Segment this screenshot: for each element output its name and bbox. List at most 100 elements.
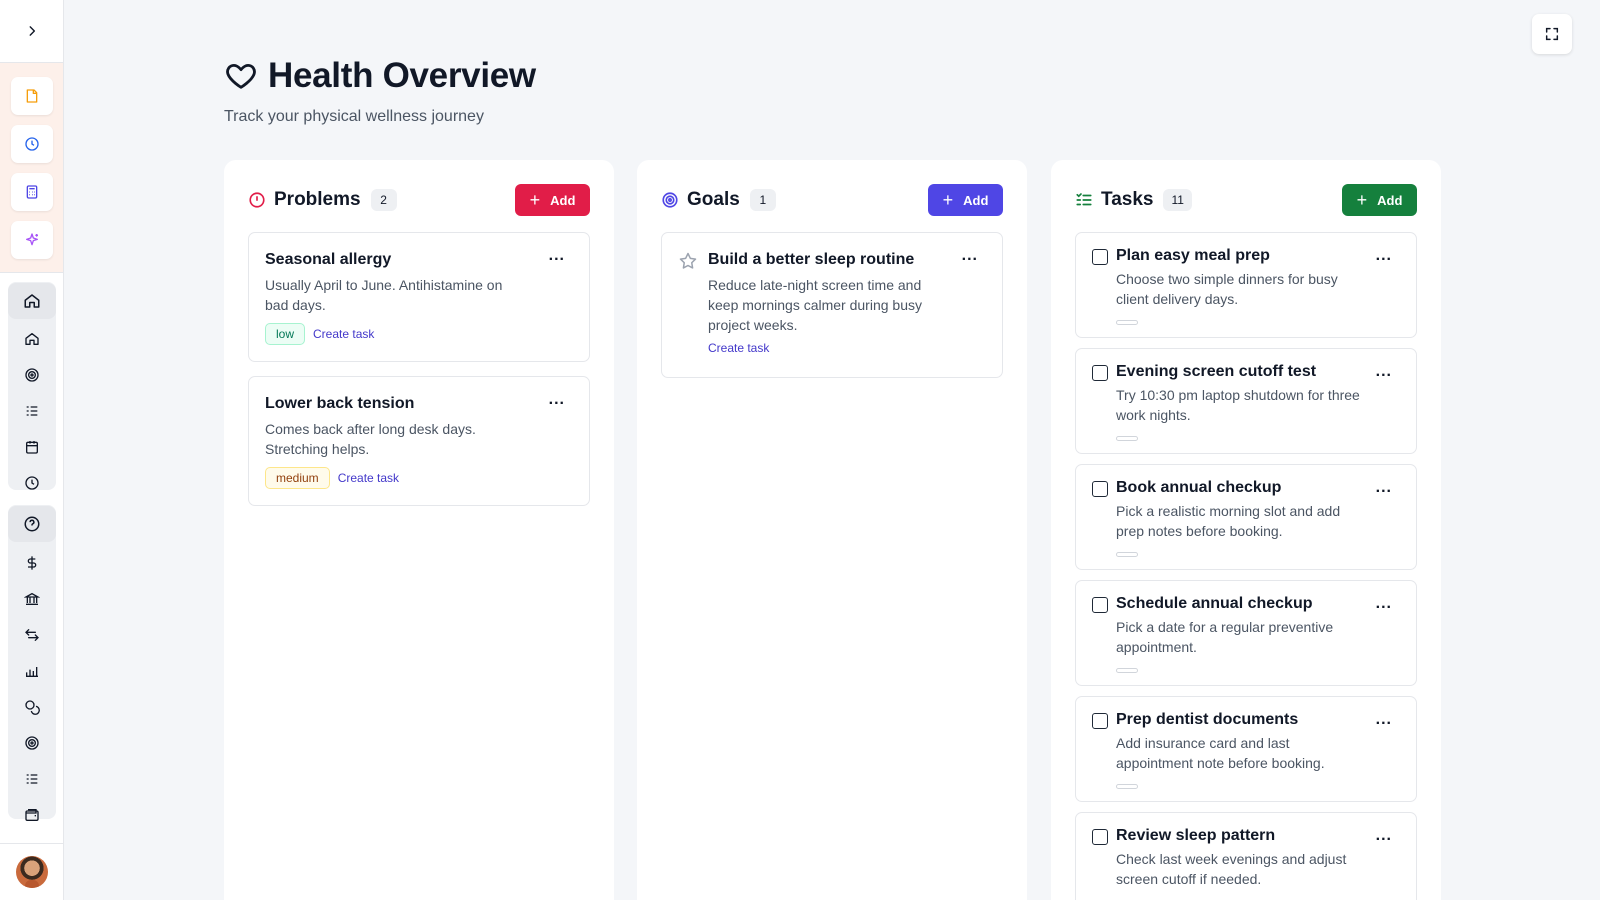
sidebar-item-finance[interactable] (8, 545, 56, 581)
quick-calculator-button[interactable] (11, 173, 53, 211)
wallet-icon (25, 809, 39, 821)
coins-icon (25, 700, 40, 715)
heart-icon (226, 63, 256, 89)
task-progress-bar (1116, 436, 1138, 441)
sidebar-item-transfers[interactable] (8, 617, 56, 653)
task-description: Try 10:30 pm laptop shutdown for three w… (1116, 387, 1360, 423)
sidebar-item-calendar[interactable] (8, 429, 56, 465)
task-card[interactable]: Review sleep pattern Check last week eve… (1075, 812, 1417, 900)
task-menu-button[interactable]: ... (1376, 364, 1392, 380)
problem-description: Usually April to June. Antihistamine on … (265, 277, 503, 313)
goal-card[interactable]: Build a better sleep routine Reduce late… (661, 232, 1003, 378)
clock-icon (25, 137, 39, 151)
transfer-icon (25, 629, 39, 641)
task-card[interactable]: Evening screen cutoff test Try 10:30 pm … (1075, 348, 1417, 454)
sidebar-item-finance-tasks[interactable] (8, 761, 56, 797)
sidebar-item-home[interactable] (8, 321, 56, 357)
add-task-label: Add (1377, 192, 1403, 208)
sidebar-item-bank[interactable] (8, 581, 56, 617)
task-checkbox[interactable] (1092, 597, 1108, 613)
sidebar-item-help-active[interactable] (8, 506, 56, 542)
severity-badge: low (265, 323, 306, 345)
task-checkbox[interactable] (1092, 481, 1108, 497)
chart-icon (26, 667, 38, 677)
create-task-link[interactable]: Create task (313, 327, 374, 341)
add-goal-button[interactable]: + Add (928, 184, 1003, 216)
bank-icon (24, 592, 40, 605)
add-task-button[interactable]: + Add (1342, 184, 1417, 216)
sidebar-item-savings-goals[interactable] (8, 725, 56, 761)
task-progress-bar (1116, 552, 1138, 557)
sidebar-item-analytics[interactable] (8, 653, 56, 689)
problems-title: Problems (274, 189, 361, 210)
task-checkbox[interactable] (1092, 365, 1108, 381)
problem-menu-button[interactable]: ... (549, 248, 565, 264)
home-icon (25, 333, 39, 345)
clock-icon (25, 476, 39, 490)
sparkles-icon (26, 233, 38, 246)
task-menu-button[interactable]: ... (1376, 480, 1392, 496)
quick-history-button[interactable] (11, 125, 53, 163)
task-card[interactable]: Plan easy meal prep Choose two simple di… (1075, 232, 1417, 338)
tasks-column: Tasks 11 + Add Plan easy meal prep Choos… (1051, 160, 1441, 900)
sidebar-item-home-active[interactable] (8, 283, 56, 319)
sidebar-item-history[interactable] (8, 465, 56, 501)
add-goal-label: Add (963, 192, 989, 208)
add-problem-button[interactable]: + Add (515, 184, 590, 216)
task-checkbox[interactable] (1092, 829, 1108, 845)
task-checkbox[interactable] (1092, 713, 1108, 729)
sidebar-quick-actions (0, 63, 63, 273)
goal-title: Build a better sleep routine (708, 251, 915, 268)
task-checkbox[interactable] (1092, 249, 1108, 265)
star-icon[interactable] (678, 251, 698, 271)
list-check-icon (1076, 193, 1092, 206)
problem-description: Comes back after long desk days. Stretch… (265, 421, 476, 457)
plus-icon: + (942, 190, 954, 210)
problem-card[interactable]: Lower back tension Comes back after long… (248, 376, 590, 506)
plus-icon: + (529, 190, 541, 210)
target-icon (25, 736, 39, 750)
page-subtitle: Track your physical wellness journey (224, 108, 484, 125)
sidebar-item-tasks[interactable] (8, 393, 56, 429)
goal-description: Reduce late-night screen time and keep m… (708, 277, 922, 333)
list-check-icon (26, 774, 38, 784)
task-title: Book annual checkup (1116, 479, 1282, 496)
alert-circle-icon (249, 192, 265, 208)
sidebar-item-wallet[interactable] (8, 797, 56, 833)
goals-count-badge: 1 (749, 189, 776, 211)
problem-title: Seasonal allergy (265, 251, 392, 268)
task-description: Check last week evenings and adjust scre… (1116, 851, 1347, 887)
create-task-link[interactable]: Create task (338, 471, 399, 485)
task-menu-button[interactable]: ... (1376, 596, 1392, 612)
task-menu-button[interactable]: ... (1376, 828, 1392, 844)
create-task-link[interactable]: Create task (708, 341, 769, 355)
avatar[interactable] (16, 856, 48, 888)
calendar-icon (26, 441, 38, 454)
sidebar-item-coins[interactable] (8, 689, 56, 725)
goal-menu-button[interactable]: ... (962, 248, 978, 264)
dollar-icon (27, 556, 37, 570)
quick-ai-button[interactable] (11, 221, 53, 259)
tasks-count-badge: 11 (1163, 189, 1192, 211)
sidebar-item-goals[interactable] (8, 357, 56, 393)
task-card[interactable]: Book annual checkup Pick a realistic mor… (1075, 464, 1417, 570)
fullscreen-button[interactable] (1532, 14, 1572, 54)
target-icon (25, 368, 39, 382)
problem-card[interactable]: Seasonal allergy Usually April to June. … (248, 232, 590, 362)
note-icon (26, 89, 38, 103)
task-title: Review sleep pattern (1116, 827, 1276, 844)
task-title: Evening screen cutoff test (1116, 363, 1317, 380)
task-description: Add insurance card and last appointment … (1116, 735, 1325, 771)
help-circle-icon (24, 516, 40, 532)
task-menu-button[interactable]: ... (1376, 712, 1392, 728)
task-card[interactable]: Schedule annual checkup Pick a date for … (1075, 580, 1417, 686)
problem-menu-button[interactable]: ... (549, 392, 565, 408)
task-card[interactable]: Prep dentist documents Add insurance car… (1075, 696, 1417, 802)
sidebar-toggle-button[interactable] (0, 0, 63, 63)
task-description: Pick a date for a regular preventive app… (1116, 619, 1334, 655)
task-title: Plan easy meal prep (1116, 247, 1270, 264)
problems-column: Problems 2 + Add Seasonal allergy Usuall… (224, 160, 614, 900)
task-menu-button[interactable]: ... (1376, 248, 1392, 264)
quick-notes-button[interactable] (11, 77, 53, 115)
task-description: Pick a realistic morning slot and add pr… (1116, 503, 1341, 539)
